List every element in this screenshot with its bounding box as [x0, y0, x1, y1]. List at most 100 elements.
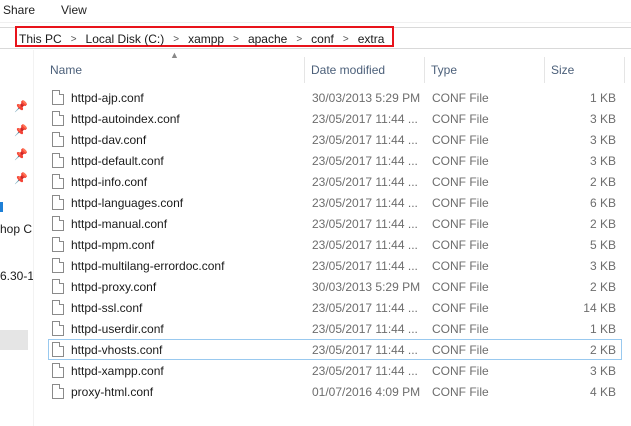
file-date-modified: 23/05/2017 11:44 ... [312, 259, 418, 273]
file-type: CONF File [432, 238, 489, 252]
file-icon [52, 90, 64, 105]
file-type: CONF File [432, 175, 489, 189]
file-icon [52, 321, 64, 336]
file-size: 3 KB [589, 154, 616, 168]
file-row[interactable]: httpd-userdir.conf 23/05/2017 11:44 ... CO… [48, 318, 622, 339]
file-date-modified: 23/05/2017 11:44 ... [312, 175, 418, 189]
file-type: CONF File [432, 301, 489, 315]
column-header-type[interactable]: Type [425, 57, 544, 83]
file-date-modified: 23/05/2017 11:44 ... [312, 364, 418, 378]
pin-icon[interactable]: 📌 [14, 124, 28, 137]
pin-icon[interactable]: 📌 [14, 100, 28, 113]
file-icon [52, 132, 64, 147]
column-header-name-label: Name [50, 63, 83, 77]
column-header-size[interactable]: Size [545, 57, 623, 83]
file-type: CONF File [432, 364, 489, 378]
file-name: httpd-xampp.conf [71, 364, 164, 378]
file-date-modified: 23/05/2017 11:44 ... [312, 343, 418, 357]
file-row[interactable]: httpd-dav.conf 23/05/2017 11:44 ... CONF F… [48, 129, 622, 150]
file-row[interactable]: httpd-info.conf 23/05/2017 11:44 ... CONF … [48, 171, 622, 192]
file-size: 1 KB [589, 322, 616, 336]
nav-item-fragment[interactable]: 6.30-1 [0, 269, 34, 283]
column-header-date[interactable]: Date modified [305, 57, 424, 83]
file-date-modified: 23/05/2017 11:44 ... [312, 133, 418, 147]
breadcrumb-separator-icon[interactable]: > [233, 34, 239, 45]
file-icon [52, 237, 64, 252]
breadcrumb-separator-icon[interactable]: > [296, 34, 302, 45]
file-type: CONF File [432, 343, 489, 357]
file-size: 14 KB [583, 301, 616, 315]
tab-share[interactable]: Share [3, 3, 35, 17]
file-row[interactable]: httpd-ssl.conf 23/05/2017 11:44 ... CONF F… [48, 297, 622, 318]
file-row[interactable]: httpd-manual.conf 23/05/2017 11:44 ... CON… [48, 213, 622, 234]
file-type: CONF File [432, 112, 489, 126]
file-name: httpd-ssl.conf [71, 301, 143, 315]
file-type: CONF File [432, 259, 489, 273]
file-row[interactable]: httpd-proxy.conf 30/03/2013 5:29 PM CONF F… [48, 276, 622, 297]
file-type: CONF File [432, 385, 489, 399]
navigation-pane[interactable]: 📌 📌 📌 📌 hop C 6.30-1 [0, 50, 34, 426]
nav-divider [33, 50, 34, 426]
file-icon [52, 363, 64, 378]
file-name: proxy-html.conf [71, 385, 154, 399]
file-icon [52, 342, 64, 357]
file-name: httpd-default.conf [71, 154, 164, 168]
breadcrumb-apache[interactable]: apache [248, 32, 287, 46]
nav-item-fragment[interactable]: hop C [0, 222, 32, 236]
file-date-modified: 30/03/2013 5:29 PM [312, 280, 421, 294]
file-size: 2 KB [589, 175, 616, 189]
pin-icon[interactable]: 📌 [14, 172, 28, 185]
file-size: 5 KB [589, 238, 616, 252]
file-type: CONF File [432, 133, 489, 147]
file-icon [52, 279, 64, 294]
breadcrumb: This PC > Local Disk (C:) > xampp > apac… [19, 30, 384, 48]
file-name: httpd-dav.conf [71, 133, 147, 147]
file-row[interactable]: httpd-default.conf 23/05/2017 11:44 ... CO… [48, 150, 622, 171]
file-size: 3 KB [589, 133, 616, 147]
breadcrumb-xampp[interactable]: xampp [188, 32, 224, 46]
file-name: httpd-manual.conf [71, 217, 168, 231]
file-name: httpd-info.conf [71, 175, 148, 189]
file-row[interactable]: proxy-html.conf 01/07/2016 4:09 PM CONF Fi… [48, 381, 622, 402]
file-icon [52, 300, 64, 315]
breadcrumb-separator-icon[interactable]: > [343, 34, 349, 45]
file-type: CONF File [432, 322, 489, 336]
tab-view[interactable]: View [61, 3, 87, 17]
file-icon [52, 384, 64, 399]
file-row[interactable]: httpd-mpm.conf 23/05/2017 11:44 ... CONF F… [48, 234, 622, 255]
nav-selected-item[interactable] [0, 330, 28, 350]
file-row[interactable]: httpd-vhosts.conf 23/05/2017 11:44 ... CON… [48, 339, 622, 360]
pin-icon[interactable]: 📌 [14, 148, 28, 161]
file-date-modified: 30/03/2013 5:29 PM [312, 91, 421, 105]
column-header-date-label: Date modified [311, 63, 386, 77]
file-date-modified: 23/05/2017 11:44 ... [312, 238, 418, 252]
file-date-modified: 23/05/2017 11:44 ... [312, 217, 418, 231]
breadcrumb-local-disk[interactable]: Local Disk (C:) [86, 32, 165, 46]
file-name: httpd-mpm.conf [71, 238, 155, 252]
breadcrumb-separator-icon[interactable]: > [71, 34, 77, 45]
file-row[interactable]: httpd-languages.conf 23/05/2017 11:44 ...… [48, 192, 622, 213]
file-size: 3 KB [589, 259, 616, 273]
nav-blue-marker [0, 202, 3, 212]
file-row[interactable]: httpd-multilang-errordoc.conf 23/05/2017 … [48, 255, 622, 276]
file-row[interactable]: httpd-autoindex.conf 23/05/2017 11:44 ...… [48, 108, 622, 129]
column-header-size-label: Size [551, 63, 575, 77]
file-icon [52, 195, 64, 210]
breadcrumb-this-pc[interactable]: This PC [19, 32, 62, 46]
file-name: httpd-languages.conf [71, 196, 184, 210]
file-date-modified: 23/05/2017 11:44 ... [312, 322, 418, 336]
file-name: httpd-autoindex.conf [71, 112, 180, 126]
ribbon-divider [0, 22, 631, 23]
breadcrumb-conf[interactable]: conf [311, 32, 334, 46]
file-size: 6 KB [589, 196, 616, 210]
file-row[interactable]: httpd-ajp.conf 30/03/2013 5:29 PM CONF Fil… [48, 87, 622, 108]
column-divider[interactable] [624, 57, 625, 83]
breadcrumb-separator-icon[interactable]: > [173, 34, 179, 45]
column-header-name[interactable]: Name [48, 57, 304, 83]
breadcrumb-extra[interactable]: extra [358, 32, 385, 46]
file-name: httpd-multilang-errordoc.conf [71, 259, 225, 273]
file-name: httpd-vhosts.conf [71, 343, 163, 357]
file-icon [52, 174, 64, 189]
file-date-modified: 23/05/2017 11:44 ... [312, 154, 418, 168]
file-row[interactable]: httpd-xampp.conf 23/05/2017 11:44 ... CONF… [48, 360, 622, 381]
